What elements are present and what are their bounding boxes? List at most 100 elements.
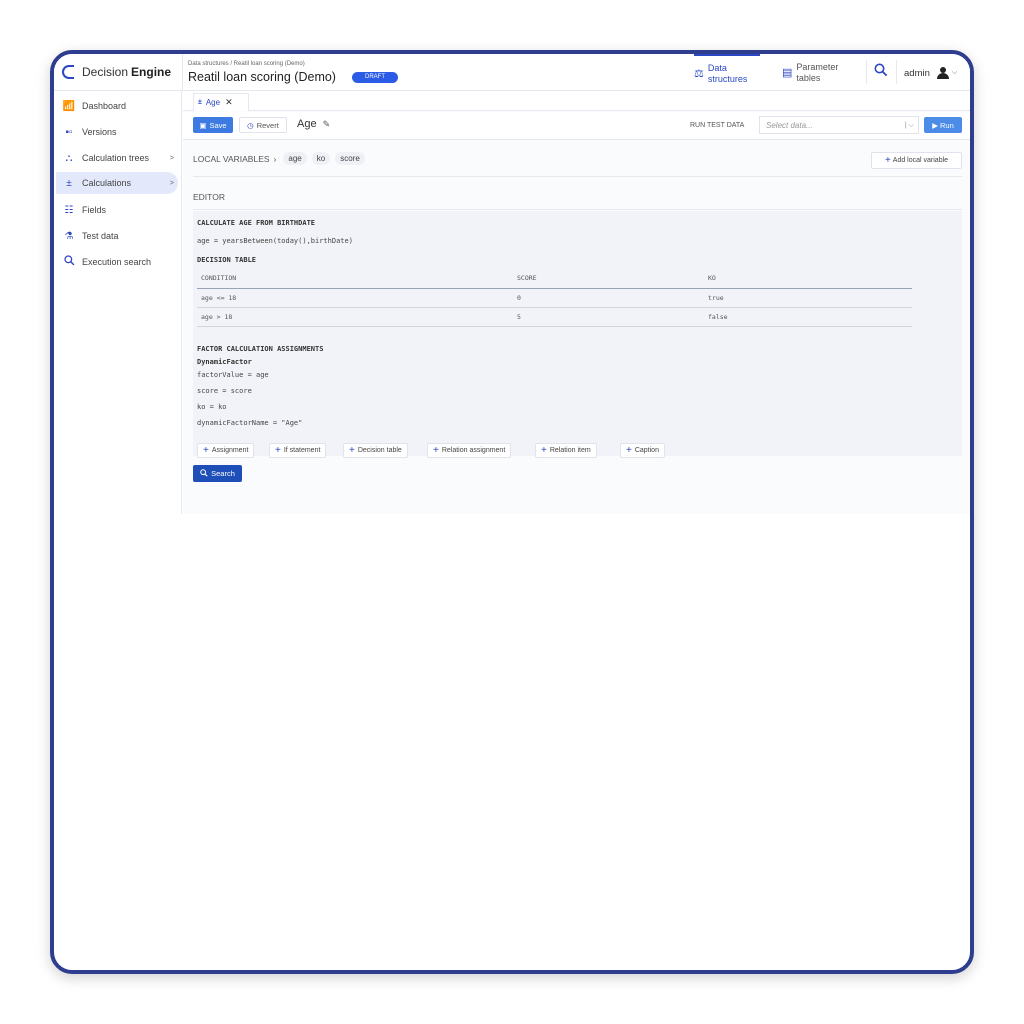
add-local-variable-button[interactable]: + Add local variable <box>871 152 962 169</box>
test-data-select[interactable]: Select data... | ⌵ <box>759 116 919 134</box>
app-window: Decision Engine Data structures / Reatil… <box>54 54 970 514</box>
page-title: Reatil loan scoring (Demo) <box>188 70 336 84</box>
code-line[interactable]: age = yearsBetween(today(),birthDate) <box>197 237 353 245</box>
sidebar-item-label: Fields <box>82 205 107 215</box>
sidebar-item-label: Execution search <box>82 257 152 267</box>
add-relation-item-button[interactable]: + Relation item <box>535 443 597 458</box>
table-header-condition: CONDITION <box>201 274 237 282</box>
search-icon[interactable] <box>874 63 888 80</box>
close-icon[interactable]: ✕ <box>225 97 233 108</box>
fields-icon: ☷ <box>64 204 74 216</box>
calculator-icon: ± <box>198 99 202 106</box>
search-label: Search <box>211 469 235 478</box>
table-cell[interactable]: age <= 18 <box>201 294 236 302</box>
sidebar-item-fields[interactable]: ☷ Fields <box>56 199 178 221</box>
local-variable-chip[interactable]: score <box>335 152 365 165</box>
revert-button[interactable]: ◷ Revert <box>239 117 287 133</box>
breadcrumb[interactable]: Data structures / Reatil loan scoring (D… <box>188 61 305 67</box>
username: admin <box>904 67 930 79</box>
sidebar-item-label: Calculation trees <box>82 153 150 163</box>
add-relation-assignment-button[interactable]: + Relation assignment <box>427 443 512 458</box>
button-label: Relation item <box>549 447 591 454</box>
button-label: If statement <box>283 447 321 454</box>
table-row-divider <box>197 326 912 327</box>
versions-icon: ▪▫ <box>65 126 73 138</box>
calculation-name-text: Age <box>297 118 317 130</box>
add-decision-table-button[interactable]: + Decision table <box>343 443 408 458</box>
add-if-statement-button[interactable]: + If statement <box>269 443 327 458</box>
search-button[interactable]: Search <box>193 465 242 482</box>
code-line[interactable]: dynamicFactorName = "Age" <box>197 419 302 427</box>
plus-icon: + <box>541 445 547 456</box>
play-icon: ▶ <box>932 120 938 130</box>
run-button[interactable]: ▶ Run <box>924 117 962 133</box>
add-caption-button[interactable]: + Caption <box>620 443 665 458</box>
pencil-icon[interactable]: ✎ <box>323 119 331 129</box>
add-assignment-button[interactable]: + Assignment <box>197 443 255 458</box>
code-editor[interactable]: CALCULATE AGE FROM BIRTHDATE age = years… <box>193 211 962 458</box>
status-badge: DRAFT <box>352 72 398 83</box>
plus-icon: + <box>203 445 209 456</box>
header-divider <box>866 60 867 84</box>
sidebar-item-label: Test data <box>82 231 119 241</box>
sidebar-item-versions[interactable]: ▪▫ Versions <box>56 121 178 143</box>
calculation-name[interactable]: Age ✎ <box>297 118 330 130</box>
nav-tab-label: Data structures <box>707 62 748 84</box>
tab-label: Age <box>205 98 221 107</box>
chevron-right-icon: › <box>273 153 277 164</box>
table-header-score: SCORE <box>517 274 537 282</box>
button-label: Decision table <box>357 447 402 454</box>
save-label: Save <box>209 120 227 130</box>
toolbar: ▣ Save ◷ Revert Age ✎ RUN TEST DATA Sele… <box>183 112 970 140</box>
calculator-icon: ± <box>66 177 72 189</box>
user-menu[interactable]: admin ⌵ <box>904 67 957 79</box>
sidebar: 📶 Dashboard ▪▫ Versions ⛬ Calculation tr… <box>54 91 182 514</box>
save-button[interactable]: ▣ Save <box>193 117 233 133</box>
sidebar-item-calculations[interactable]: ± Calculations > <box>56 172 178 194</box>
logo-icon <box>62 65 74 79</box>
code-line[interactable]: ko = ko <box>197 403 227 411</box>
nav-tab-parameter-tables[interactable]: ▤ Parameter tables <box>782 54 848 91</box>
decision-table-title: DECISION TABLE <box>197 256 257 264</box>
local-variables-bar: LOCAL VARIABLES › age ko score <box>193 152 365 165</box>
factor-name: DynamicFactor <box>197 358 252 366</box>
nav-tab-data-structures[interactable]: ⚖ Data structures <box>694 54 760 91</box>
button-label: Caption <box>634 447 659 454</box>
data-structures-icon: ⚖ <box>694 68 704 80</box>
table-cell[interactable]: false <box>708 313 728 321</box>
sidebar-item-dashboard[interactable]: 📶 Dashboard <box>56 95 178 117</box>
tab-age[interactable]: ± Age ✕ <box>193 93 249 111</box>
table-cell[interactable]: 0 <box>517 294 521 302</box>
sidebar-item-calculation-trees[interactable]: ⛬ Calculation trees > <box>56 147 178 169</box>
bar-chart-icon: 📶 <box>62 100 76 112</box>
device-frame: Decision Engine Data structures / Reatil… <box>50 50 974 974</box>
nav-tab-label: Parameter tables <box>796 61 839 83</box>
table-cell[interactable]: age > 18 <box>201 313 232 321</box>
brand[interactable]: Decision Engine <box>62 65 171 79</box>
code-line[interactable]: score = score <box>197 387 252 395</box>
code-line[interactable]: factorValue = age <box>197 371 269 379</box>
flask-icon: ⚗ <box>64 230 74 242</box>
local-variable-chip[interactable]: age <box>283 152 307 165</box>
table-cell[interactable]: true <box>708 294 724 302</box>
table-icon: ▤ <box>782 67 793 79</box>
plus-icon: + <box>626 445 632 456</box>
local-variable-chip[interactable]: ko <box>311 152 331 165</box>
save-icon: ▣ <box>199 120 207 130</box>
sidebar-item-label: Versions <box>82 127 117 137</box>
run-test-data-label: RUN TEST DATA <box>690 122 745 129</box>
history-icon: ◷ <box>247 120 254 130</box>
button-label: Assignment <box>211 447 249 454</box>
select-placeholder: Select data... <box>766 121 813 130</box>
table-cell[interactable]: 5 <box>517 313 521 321</box>
main-content: ± Age ✕ ▣ Save ◷ Revert Age ✎ RUN TEST D… <box>183 91 970 514</box>
chevron-right-icon: > <box>169 154 174 162</box>
chevron-down-icon: ⌵ <box>951 69 958 76</box>
search-icon <box>62 255 76 269</box>
header-divider <box>896 60 897 84</box>
sidebar-item-label: Calculations <box>82 178 132 188</box>
sidebar-item-execution-search[interactable]: Execution search <box>56 251 178 273</box>
table-header-ko: KO <box>708 274 716 282</box>
brand-name-light: Decision <box>82 65 129 79</box>
sidebar-item-test-data[interactable]: ⚗ Test data <box>56 225 178 247</box>
